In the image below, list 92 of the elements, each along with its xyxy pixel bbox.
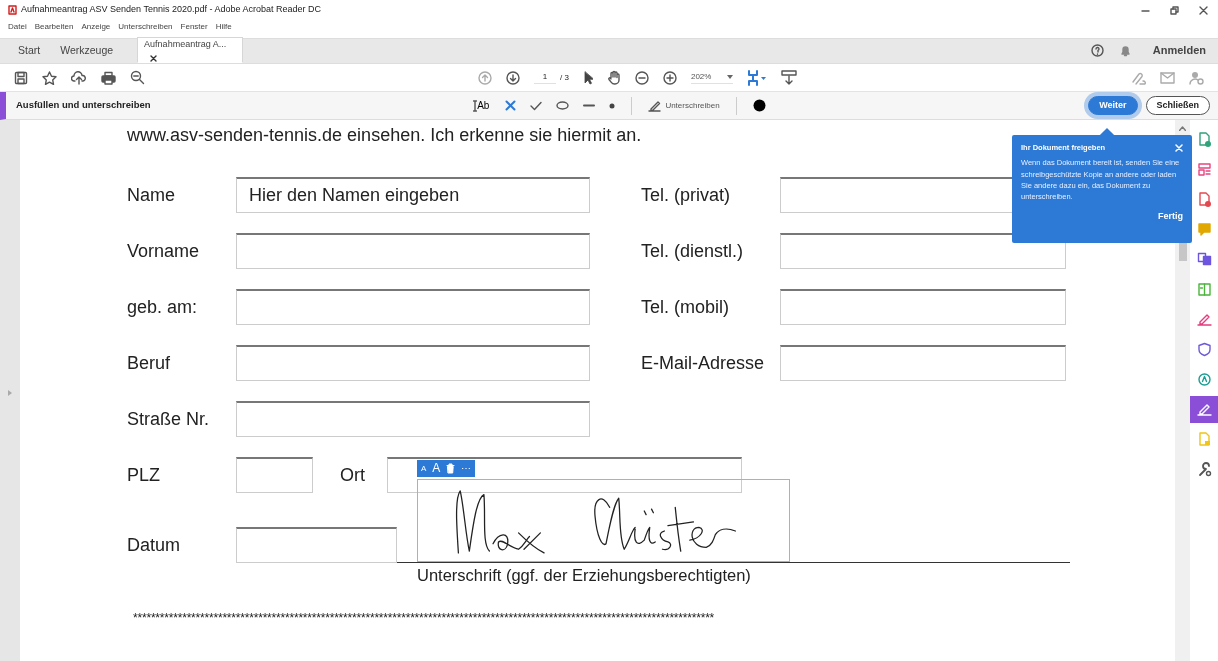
close-button[interactable]: Schließen: [1145, 96, 1210, 115]
cloud-upload-icon[interactable]: [71, 70, 87, 85]
tab[interactable]: Start: [8, 38, 51, 63]
decrease-text-size-button[interactable]: A: [421, 460, 427, 477]
bell-icon[interactable]: [1119, 44, 1131, 57]
menu-item[interactable]: Bearbeiten: [34, 21, 74, 33]
page-number-field[interactable]: 1: [534, 71, 557, 84]
print-icon[interactable]: [101, 70, 116, 85]
separator-line: **********************************************************************************************************************************: [133, 610, 716, 627]
document-text: www.asv-senden-tennis.de einsehen. Ich erkenne sie hiermit an.: [127, 125, 642, 145]
text-field[interactable]: [236, 345, 590, 381]
text-cursor-icon: [473, 99, 478, 112]
window-title: Aufnahmeantrag ASV Senden Tennis 2020.pdf - Adobe Acrobat Reader DC: [21, 3, 323, 17]
field-label: Tel. (dienstl.): [641, 240, 745, 263]
seal-icon: [1196, 372, 1212, 387]
checkmark-icon[interactable]: [530, 100, 543, 111]
field-label: PLZ: [127, 464, 161, 487]
next-button[interactable]: Weiter: [1088, 96, 1138, 115]
add-text-button[interactable]: Ab: [473, 98, 490, 113]
star-icon[interactable]: [42, 70, 57, 85]
page-count: / 3: [560, 71, 569, 84]
documents-icon: [1196, 252, 1212, 267]
document-icon: [1196, 132, 1212, 147]
shield-icon: [1196, 342, 1212, 357]
restore-icon[interactable]: [1170, 5, 1179, 15]
close-icon[interactable]: [1199, 5, 1208, 15]
cross-mark-icon[interactable]: [505, 100, 517, 111]
line-icon[interactable]: [583, 104, 596, 107]
signature-caption: Unterschrift (ggf. der Erziehungsberechtigten): [417, 566, 751, 586]
tab[interactable]: Werkzeuge: [50, 38, 124, 63]
field-label: Tel. (mobil): [641, 296, 730, 319]
field-label: Name: [127, 184, 176, 207]
field-label: Ort: [340, 464, 366, 487]
text-field[interactable]: [780, 233, 1066, 269]
text-field[interactable]: [780, 345, 1066, 381]
toolbar-title: Ausfüllen und unterschreiben: [16, 98, 152, 113]
menu-item[interactable]: Hilfe: [215, 21, 232, 33]
add-user-icon[interactable]: [1189, 70, 1204, 85]
menu-item[interactable]: Datei: [8, 21, 27, 33]
field-label: Straße Nr.: [127, 408, 211, 431]
field-label: geb. am:: [127, 296, 199, 319]
text-field[interactable]: [236, 527, 397, 563]
text-field[interactable]: Hier den Namen eingeben: [236, 177, 590, 213]
zoom-out-icon[interactable]: [130, 70, 145, 85]
text-field[interactable]: [780, 289, 1066, 325]
field-label: E-Mail-Adresse: [641, 352, 766, 375]
text-field[interactable]: [236, 289, 590, 325]
layout-icon: [1196, 162, 1212, 177]
zoom-dropdown[interactable]: 202%: [690, 71, 733, 84]
menu-item[interactable]: Unterschreiben: [118, 21, 173, 33]
close-icon[interactable]: [150, 54, 158, 62]
pen-icon: [648, 99, 662, 112]
pdf-file-icon: [8, 5, 17, 15]
ellipse-icon[interactable]: [556, 101, 570, 110]
menu-item[interactable]: Anzeige: [81, 21, 111, 33]
document-icon: [1196, 192, 1212, 207]
sign-button[interactable]: Unterschreiben: [648, 99, 720, 112]
field-label: Datum: [127, 534, 181, 557]
tool-button[interactable]: [1190, 396, 1218, 423]
document-icon: [1196, 432, 1212, 447]
comment-icon: [1196, 222, 1212, 237]
caret-icon[interactable]: [726, 75, 733, 79]
hand-icon[interactable]: [606, 70, 621, 85]
pointer-icon[interactable]: [582, 70, 593, 85]
scroll-up-icon[interactable]: [1179, 126, 1186, 131]
field-label: Tel. (privat): [641, 184, 731, 207]
text-field[interactable]: [236, 457, 313, 493]
page-up-icon[interactable]: [478, 70, 493, 85]
fit-page-icon[interactable]: [746, 69, 767, 86]
sign-in-button[interactable]: Anmelden: [1146, 38, 1212, 63]
help-icon[interactable]: [1090, 44, 1104, 57]
scroll-mode-icon[interactable]: [780, 70, 797, 85]
zoom-out-icon[interactable]: [634, 70, 649, 85]
pen-icon: [1196, 402, 1212, 417]
pen-icon: [1196, 312, 1212, 327]
trash-icon[interactable]: [446, 463, 456, 474]
dot-icon[interactable]: [609, 102, 616, 109]
save-icon[interactable]: [14, 70, 28, 85]
text-field[interactable]: [236, 401, 590, 437]
color-dot-icon[interactable]: [752, 99, 766, 112]
done-button[interactable]: Fertig: [1158, 210, 1183, 224]
menu-item[interactable]: Fenster: [180, 21, 208, 33]
field-label: Vorname: [127, 240, 201, 263]
page-down-icon[interactable]: [506, 70, 521, 85]
more-options-button[interactable]: ⋯: [461, 460, 472, 477]
field-label: Beruf: [127, 352, 172, 375]
tab[interactable]: Aufnahmeantrag A...: [137, 37, 244, 63]
increase-text-size-button[interactable]: A: [432, 460, 441, 477]
text-field[interactable]: [236, 233, 590, 269]
zoom-in-icon[interactable]: [662, 70, 677, 85]
mail-icon[interactable]: [1160, 71, 1175, 84]
pages-icon: [1196, 282, 1212, 297]
